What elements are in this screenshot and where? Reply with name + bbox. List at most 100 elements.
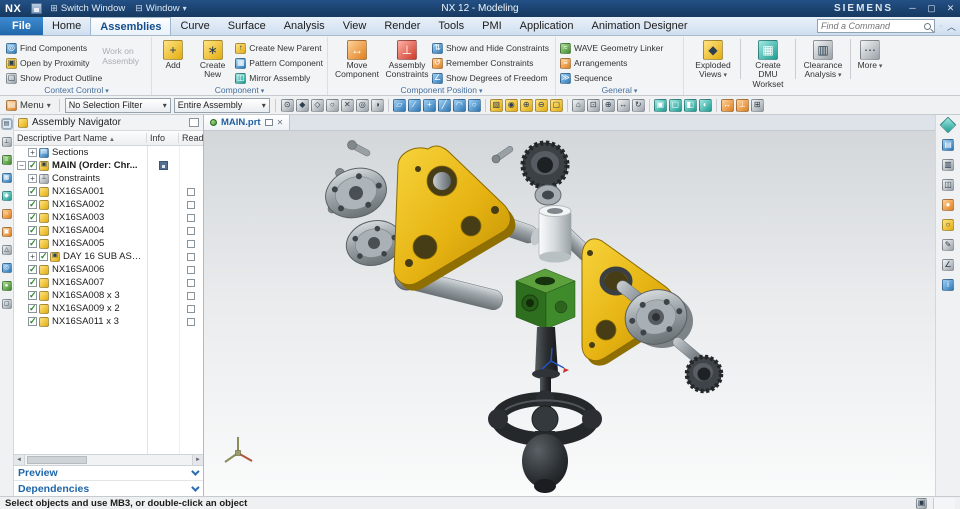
status-cube-icon[interactable] xyxy=(916,497,927,509)
reuse-library-icon[interactable] xyxy=(1,173,12,183)
horizontal-scrollbar[interactable]: ◄ ► xyxy=(14,454,203,465)
viewport-3d-scene[interactable] xyxy=(204,131,935,496)
resource-bar-expand-icon[interactable] xyxy=(939,116,957,134)
part-bushing[interactable] xyxy=(538,205,572,263)
wave-geometry-linker-button[interactable]: WAVE Geometry Linker xyxy=(560,42,663,54)
part-navigator-icon[interactable] xyxy=(1,155,12,165)
tree-row-sections[interactable]: + Sections xyxy=(14,146,203,159)
manufacturing-wizard-icon[interactable] xyxy=(1,245,12,255)
create-new-parent-button[interactable]: Create New Parent xyxy=(235,42,323,54)
float-tab-icon[interactable] xyxy=(264,119,273,126)
component-checkbox[interactable] xyxy=(28,160,37,171)
viewport-canvas[interactable] xyxy=(204,131,935,496)
component-checkbox[interactable] xyxy=(28,212,37,223)
viewport-tab-main-prt[interactable]: MAIN.prt xyxy=(204,115,291,130)
zoom-icon[interactable] xyxy=(601,98,615,112)
group-label-context-control[interactable]: Context Control xyxy=(2,85,151,95)
dependencies-section-header[interactable]: Dependencies xyxy=(14,481,203,496)
tab-analysis[interactable]: Analysis xyxy=(275,17,334,35)
save-icon[interactable] xyxy=(31,3,43,14)
selection-filter-dropdown[interactable]: No Selection Filter xyxy=(64,97,171,113)
show-degrees-of-freedom-button[interactable]: Show Degrees of Freedom xyxy=(432,72,549,84)
part-green-block[interactable] xyxy=(515,268,576,330)
read-only-checkbox[interactable] xyxy=(187,187,195,196)
tab-view[interactable]: View xyxy=(334,17,376,35)
home-view-icon[interactable] xyxy=(571,98,585,112)
read-only-checkbox[interactable] xyxy=(187,200,195,209)
scrollbar-thumb[interactable] xyxy=(27,456,87,464)
constraint-navigator-icon[interactable] xyxy=(1,137,12,147)
window-menu-button[interactable]: ⊟ Window xyxy=(130,0,191,17)
close-tab-icon[interactable] xyxy=(277,117,284,128)
tab-animation-designer[interactable]: Animation Designer xyxy=(583,17,697,35)
find-command-box[interactable] xyxy=(816,19,935,33)
read-only-checkbox[interactable] xyxy=(187,239,195,248)
close-button[interactable]: ✕ xyxy=(941,3,960,14)
roles-icon[interactable] xyxy=(1,281,12,291)
arc-center-snap-icon[interactable] xyxy=(355,98,369,112)
wireframe-icon[interactable] xyxy=(668,98,682,112)
tree-row-constraints[interactable]: + Constraints xyxy=(14,172,203,185)
tab-pmi[interactable]: PMI xyxy=(473,17,511,35)
find-components-button[interactable]: Find Components xyxy=(6,42,102,54)
component-checkbox[interactable] xyxy=(28,277,37,288)
tab-curve[interactable]: Curve xyxy=(171,17,218,35)
assembly-navigator-icon[interactable] xyxy=(0,118,13,130)
component-checkbox[interactable] xyxy=(28,199,37,210)
preview-section-header[interactable]: Preview xyxy=(14,466,203,481)
show-product-outline-button[interactable]: Show Product Outline xyxy=(6,72,102,84)
view-manager-icon[interactable] xyxy=(1,191,12,201)
maximize-button[interactable]: ▢ xyxy=(922,3,941,14)
sequence-button[interactable]: Sequence xyxy=(560,72,663,84)
tree-row-part[interactable]: NX16SA008 x 3 xyxy=(14,289,203,302)
mid-point-snap-icon[interactable] xyxy=(310,98,324,112)
read-only-checkbox[interactable] xyxy=(187,278,195,287)
part-yellow-plate-left[interactable] xyxy=(393,145,516,291)
scroll-left-icon[interactable]: ◄ xyxy=(14,455,25,465)
more-button[interactable]: More xyxy=(853,39,887,72)
material-icon[interactable] xyxy=(942,199,954,211)
tree-row-part[interactable]: NX16SA007 xyxy=(14,276,203,289)
extrude-icon[interactable] xyxy=(489,98,503,112)
selection-scope-dropdown[interactable]: Entire Assembly xyxy=(173,97,270,113)
end-point-snap-icon[interactable] xyxy=(295,98,309,112)
component-checkbox[interactable] xyxy=(28,264,37,275)
read-only-checkbox[interactable] xyxy=(187,291,195,300)
exploded-views-button[interactable]: Exploded Views xyxy=(688,39,738,81)
group-label-component-position[interactable]: Component Position xyxy=(328,85,555,95)
part-knurled-nut-top[interactable] xyxy=(520,140,570,190)
scroll-right-icon[interactable]: ► xyxy=(192,455,203,465)
component-checkbox[interactable] xyxy=(28,303,37,314)
snap-point-toggle-icon[interactable] xyxy=(280,98,294,112)
circle-icon[interactable] xyxy=(467,98,481,112)
group-label-general[interactable]: General xyxy=(556,85,683,95)
part-knurled-nut-right[interactable] xyxy=(684,354,724,394)
tab-render[interactable]: Render xyxy=(375,17,429,35)
arrangements-button[interactable]: Arrangements xyxy=(560,57,663,69)
show-hide-icon[interactable] xyxy=(698,98,712,112)
tree-row-part[interactable]: NX16SA005 xyxy=(14,237,203,250)
read-only-checkbox[interactable] xyxy=(187,213,195,222)
tree-row-main-assembly[interactable]: − MAIN (Order: Chr... xyxy=(14,159,203,172)
line-icon[interactable] xyxy=(437,98,451,112)
tree-row-part[interactable]: NX16SA002 xyxy=(14,198,203,211)
clip-section-icon[interactable] xyxy=(942,179,954,191)
read-only-checkbox[interactable] xyxy=(187,265,195,274)
layers-icon[interactable] xyxy=(942,139,954,151)
component-checkbox[interactable] xyxy=(28,186,37,197)
tab-file[interactable]: File xyxy=(0,17,43,35)
create-new-button[interactable]: Create New xyxy=(190,39,235,81)
column-descriptive-part-name[interactable]: Descriptive Part Name xyxy=(14,133,147,143)
column-info[interactable]: Info xyxy=(147,133,179,143)
tab-tools[interactable]: Tools xyxy=(429,17,473,35)
mirror-assembly-button[interactable]: Mirror Assembly xyxy=(235,72,323,84)
tab-application[interactable]: Application xyxy=(511,17,583,35)
read-only-checkbox[interactable] xyxy=(187,226,195,235)
tree-row-part[interactable]: NX16SA009 x 2 xyxy=(14,302,203,315)
process-studio-icon[interactable] xyxy=(1,227,12,237)
minimize-button[interactable]: ─ xyxy=(903,3,922,14)
tab-assemblies[interactable]: Assemblies xyxy=(90,17,172,35)
intersection-snap-icon[interactable] xyxy=(340,98,354,112)
remember-constraints-button[interactable]: Remember Constraints xyxy=(432,57,549,69)
datum-axis-icon[interactable] xyxy=(407,98,421,112)
